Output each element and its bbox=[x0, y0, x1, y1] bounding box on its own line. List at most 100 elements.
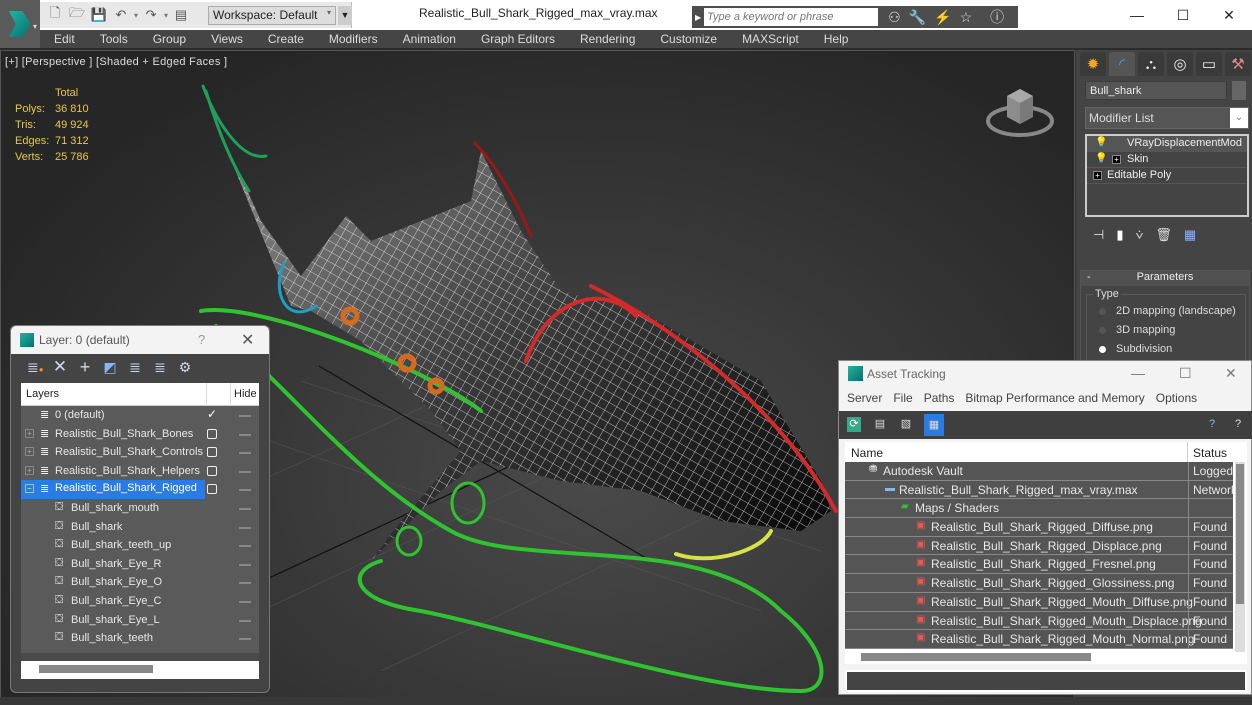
menu-modifiers[interactable]: Modifiers bbox=[329, 32, 378, 46]
show-end-result-icon[interactable]: ▮ bbox=[1116, 227, 1123, 243]
layer-row[interactable]: + ≣ Realistic_Bull_Shark_Helpers bbox=[21, 462, 259, 481]
hide-toggle[interactable] bbox=[239, 452, 251, 455]
help-icon[interactable]: ? bbox=[1231, 417, 1245, 432]
object-name-field[interactable] bbox=[1085, 81, 1227, 100]
collapse-icon[interactable]: − bbox=[25, 484, 34, 494]
hide-toggle[interactable] bbox=[239, 545, 251, 548]
scrollbar-thumb[interactable] bbox=[39, 665, 153, 673]
object-row[interactable]: ⛋ Bull_shark_Eye_C bbox=[21, 592, 259, 611]
maximize-button[interactable]: ☐ bbox=[1160, 0, 1206, 30]
expand-icon[interactable]: + bbox=[1112, 155, 1121, 164]
open-icon[interactable]: 🗁 bbox=[68, 5, 86, 24]
menu-views[interactable]: Views bbox=[211, 32, 243, 46]
menu-animation[interactable]: Animation bbox=[403, 32, 456, 46]
menu-customize[interactable]: Customize bbox=[660, 32, 717, 46]
lightbulb-icon[interactable]: 💡 bbox=[1095, 137, 1107, 148]
object-row[interactable]: ⛋ Bull_shark_Eye_L bbox=[21, 611, 259, 630]
asset-row[interactable]: ▣ Realistic_Bull_Shark_Rigged_Mouth_Norm… bbox=[845, 630, 1233, 649]
hierarchy-tab[interactable]: ⛬ bbox=[1138, 52, 1164, 76]
maximize-button[interactable]: ☐ bbox=[1179, 365, 1192, 382]
binoculars-icon[interactable]: ⚇ bbox=[888, 9, 901, 26]
object-row[interactable]: ⛋ Bull_shark_Eye_R bbox=[21, 555, 259, 574]
hide-toggle[interactable] bbox=[239, 582, 251, 585]
horizontal-scrollbar[interactable] bbox=[21, 653, 259, 679]
remove-modifier-icon[interactable]: 🗑 bbox=[1155, 227, 1172, 243]
menu-graph-editors[interactable]: Graph Editors bbox=[481, 32, 555, 46]
asset-row[interactable]: ▣ Realistic_Bull_Shark_Rigged_Glossiness… bbox=[845, 574, 1233, 593]
current-layer-checkbox[interactable] bbox=[207, 484, 217, 495]
make-unique-icon[interactable]: ⩒ bbox=[1135, 227, 1143, 243]
add-to-layer-icon[interactable]: + bbox=[77, 357, 93, 378]
layer-settings-icon[interactable]: ⚙ bbox=[177, 359, 193, 376]
layer-row[interactable]: ≣ 0 (default) ✓ bbox=[21, 406, 259, 425]
menu-edit[interactable]: Edit bbox=[54, 32, 75, 46]
menu-help[interactable]: Help bbox=[824, 32, 849, 46]
help-globe-icon[interactable]: ? bbox=[1205, 417, 1219, 432]
asset-row[interactable]: ⛃ Autodesk Vault Logged bbox=[845, 462, 1233, 481]
asset-row[interactable]: ▣ Realistic_Bull_Shark_Rigged_Fresnel.pn… bbox=[845, 555, 1233, 575]
radio-subdivision[interactable]: Subdivision bbox=[1099, 343, 1172, 355]
menu-maxscript[interactable]: MAXScript bbox=[742, 32, 799, 46]
toolbar-options-button[interactable]: ▼ bbox=[338, 6, 352, 25]
expand-icon[interactable]: + bbox=[25, 428, 34, 438]
hide-toggle[interactable] bbox=[239, 619, 251, 622]
expand-icon[interactable]: + bbox=[25, 447, 34, 457]
close-button[interactable]: ✕ bbox=[1225, 365, 1237, 382]
asset-row[interactable]: ▰ Maps / Shaders bbox=[845, 499, 1233, 519]
close-button[interactable]: ✕ bbox=[1206, 0, 1252, 30]
column-header-layers[interactable]: Layers bbox=[26, 388, 59, 400]
stack-item-vraydisplacementmod[interactable]: 💡 VRayDisplacementMod bbox=[1087, 136, 1247, 152]
hide-toggle[interactable] bbox=[239, 415, 251, 417]
search-input[interactable] bbox=[704, 8, 879, 26]
layer-row-selected[interactable]: − ≣ Realistic_Bull_Shark_Rigged bbox=[21, 480, 259, 499]
close-button[interactable]: ✕ bbox=[241, 330, 254, 350]
hide-unhide-layers-icon[interactable]: ≣ bbox=[152, 359, 168, 376]
tree-view-icon[interactable]: ▧ bbox=[899, 417, 913, 432]
menu-create[interactable]: Create bbox=[268, 32, 304, 46]
help-button[interactable]: ? bbox=[198, 332, 205, 347]
current-layer-checkbox[interactable] bbox=[207, 428, 217, 439]
hide-toggle[interactable] bbox=[239, 526, 251, 529]
highlight-selected-layer-icon[interactable]: ≣ bbox=[127, 359, 143, 376]
current-layer-checkmark-icon[interactable]: ✓ bbox=[207, 407, 217, 421]
layer-row[interactable]: + ≣ Realistic_Bull_Shark_Controls bbox=[21, 443, 259, 462]
asset-path-field[interactable] bbox=[845, 670, 1247, 692]
horizontal-scrollbar-thumb[interactable] bbox=[861, 653, 1091, 661]
hide-toggle[interactable] bbox=[239, 638, 251, 641]
object-row[interactable]: ⛋ Bull_shark bbox=[21, 518, 259, 537]
modifier-list-dropdown[interactable]: Modifier List ⌄ bbox=[1085, 107, 1249, 129]
refresh-icon[interactable]: ⟳ bbox=[847, 417, 861, 432]
workspace-select[interactable]: Workspace: Default ▾ bbox=[208, 6, 336, 25]
key-icon[interactable]: 🔧 bbox=[909, 9, 926, 26]
object-row[interactable]: ⛋ Bull_shark_teeth bbox=[21, 629, 259, 648]
menu-file[interactable]: File bbox=[893, 391, 912, 405]
object-row[interactable]: ⛋ Bull_shark_mouth bbox=[21, 499, 259, 518]
modify-tab[interactable]: ◜ bbox=[1109, 52, 1135, 76]
menu-group[interactable]: Group bbox=[153, 32, 186, 46]
minimize-button[interactable]: — bbox=[1131, 365, 1145, 381]
expand-icon[interactable]: + bbox=[25, 465, 34, 475]
create-layer-icon[interactable]: ≣● bbox=[27, 359, 44, 376]
motion-tab[interactable]: ◎ bbox=[1167, 52, 1193, 76]
object-row[interactable]: ⛋ Bull_shark_Eye_O bbox=[21, 573, 259, 592]
radio-2d-mapping[interactable]: 2D mapping (landscape) bbox=[1099, 305, 1236, 317]
hide-toggle[interactable] bbox=[239, 489, 251, 492]
parameters-rollout-header[interactable]: - Parameters bbox=[1081, 271, 1249, 286]
column-header-status[interactable]: Status bbox=[1193, 446, 1227, 460]
expand-icon[interactable]: + bbox=[1093, 171, 1102, 180]
hide-toggle[interactable] bbox=[239, 507, 251, 510]
help-icon[interactable]: ⓘ bbox=[990, 7, 1004, 27]
asset-dialog-titlebar[interactable]: Asset Tracking — ☐ ✕ bbox=[839, 361, 1251, 387]
undo-dropdown-icon[interactable]: ▾ bbox=[134, 11, 138, 20]
configure-sets-icon[interactable]: ▦ bbox=[1184, 227, 1196, 243]
delete-layer-icon[interactable]: ✕ bbox=[52, 357, 68, 377]
vertical-scrollbar[interactable] bbox=[1235, 462, 1245, 652]
redo-icon[interactable]: ↷ bbox=[142, 6, 160, 24]
hide-toggle[interactable] bbox=[239, 470, 251, 473]
object-color-swatch[interactable] bbox=[1232, 81, 1246, 100]
undo-icon[interactable]: ↶ bbox=[112, 6, 130, 24]
viewcube-icon[interactable] bbox=[985, 81, 1055, 141]
table-view-icon[interactable]: ▦ bbox=[924, 414, 944, 436]
project-icon[interactable]: ▤ bbox=[172, 6, 190, 24]
hide-toggle[interactable] bbox=[239, 563, 251, 566]
